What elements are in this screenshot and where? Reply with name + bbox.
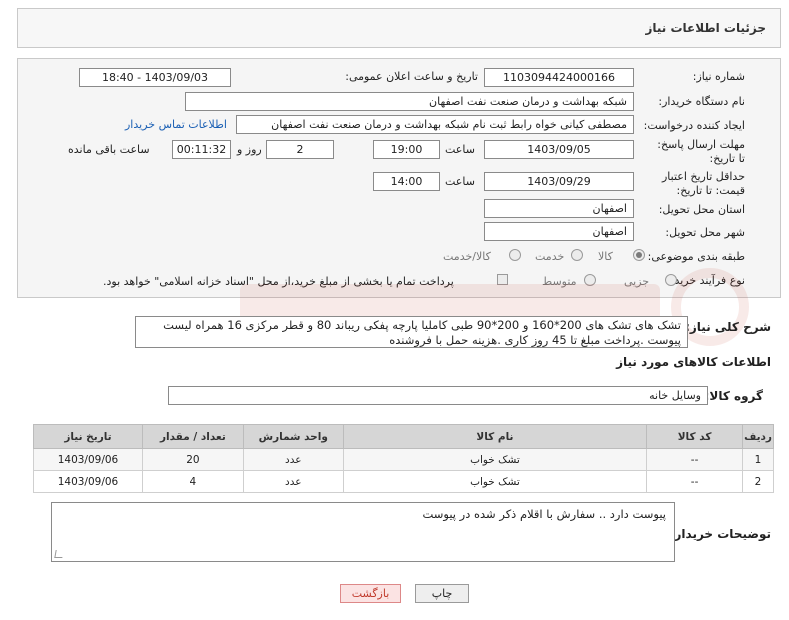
category-both-label: کالا/خدمت — [443, 250, 491, 263]
buyer-notes-field: پیوست دارد .. سفارش با اقلام ذکر شده در … — [51, 502, 675, 562]
col-row-number: ردیف — [742, 424, 774, 449]
buyer-org-label: نام دستگاه خریدار: — [658, 95, 745, 108]
announce-datetime-field: 1403/09/03 - 18:40 — [79, 68, 231, 87]
col-quantity: تعداد / مقدار — [141, 424, 244, 449]
days-remaining-field: 2 — [266, 140, 334, 159]
cell-item-code: -- — [646, 448, 744, 471]
col-unit: واحد شمارش — [242, 424, 344, 449]
page-header: جزئیات اطلاعات نیاز — [17, 8, 781, 48]
city-label: شهر محل تحویل: — [665, 226, 745, 239]
time-remaining-field: 00:11:32 — [172, 140, 231, 159]
treasury-payment-note: پرداخت تمام یا بخشی از مبلغ خرید،از محل … — [103, 275, 454, 288]
treasury-payment-checkbox[interactable] — [497, 274, 508, 285]
buyer-contact-link[interactable]: اطلاعات تماس خریدار — [125, 118, 227, 131]
time-remaining-label: ساعت باقی مانده — [68, 143, 150, 156]
category-both-radio[interactable] — [509, 249, 521, 261]
cell-quantity: 20 — [141, 448, 244, 471]
cell-need-date: 1403/09/06 — [33, 448, 143, 471]
cell-unit: عدد — [242, 448, 344, 471]
validity-label: حداقل تاریخ اعتبار قیمت: تا تاریخ: — [661, 170, 745, 197]
buyer-notes-label: توضیحات خریدار: — [669, 527, 771, 541]
cell-item-name: تشک خواب — [342, 470, 648, 493]
validity-time-field: 14:00 — [373, 172, 440, 191]
deadline-date-field: 1403/09/05 — [484, 140, 634, 159]
deadline-time-field: 19:00 — [373, 140, 440, 159]
table-row: 2 -- تشک خواب عدد 4 1403/09/06 — [33, 470, 774, 493]
process-minor-radio[interactable] — [665, 274, 677, 286]
process-medium-radio[interactable] — [584, 274, 596, 286]
creator-field: مصطفی کیانی خواه رابط ثبت نام شبکه بهداش… — [236, 115, 634, 134]
province-label: استان محل تحویل: — [658, 203, 745, 216]
print-button[interactable]: چاپ — [415, 584, 469, 603]
deadline-time-label: ساعت — [445, 143, 475, 156]
validity-date-field: 1403/09/29 — [484, 172, 634, 191]
category-goods-radio[interactable] — [633, 249, 645, 261]
need-number-field: 1103094424000166 — [484, 68, 634, 87]
category-service-label: خدمت — [535, 250, 565, 263]
process-medium-label: متوسط — [542, 275, 577, 288]
resize-handle-icon[interactable] — [54, 550, 64, 558]
cell-unit: عدد — [242, 470, 344, 493]
city-field: اصفهان — [484, 222, 634, 241]
cell-item-name: تشک خواب — [342, 448, 648, 471]
cell-need-date: 1403/09/06 — [33, 470, 143, 493]
validity-time-label: ساعت — [445, 175, 475, 188]
process-minor-label: جزیی — [624, 275, 650, 288]
description-field: تشک های تشک های 200*160 و 200*90 طبی کام… — [135, 316, 688, 348]
col-item-code: کد کالا — [646, 424, 744, 449]
creator-label: ایجاد کننده درخواست: — [643, 119, 745, 132]
table-row: 1 -- تشک خواب عدد 20 1403/09/06 — [33, 448, 774, 471]
cell-row-number: 2 — [742, 470, 774, 493]
goods-group-label: گروه کالا: — [704, 389, 763, 403]
goods-group-field: وسایل خانه — [168, 386, 708, 405]
announce-label: تاریخ و ساعت اعلان عمومی: — [345, 70, 478, 83]
buyer-org-field: شبکه بهداشت و درمان صنعت نفت اصفهان — [185, 92, 634, 111]
contact-link-wrap: اطلاعات تماس خریدار — [125, 118, 227, 131]
col-need-date: تاریخ نیاز — [33, 424, 143, 449]
back-button[interactable]: بازگشت — [340, 584, 401, 603]
process-label: نوع فرآیند خرید : — [667, 274, 745, 287]
category-service-radio[interactable] — [571, 249, 583, 261]
goods-table-header: ردیف کد کالا نام کالا واحد شمارش تعداد /… — [33, 424, 774, 449]
description-label: شرح کلی نیاز: — [685, 320, 771, 334]
goods-table: ردیف کد کالا نام کالا واحد شمارش تعداد /… — [33, 424, 774, 493]
category-label: طبقه بندی موضوعی: — [647, 250, 745, 263]
category-goods-label: کالا — [598, 250, 613, 263]
need-number-label: شماره نیاز: — [692, 70, 745, 83]
page-title: جزئیات اطلاعات نیاز — [645, 21, 766, 35]
deadline-label: مهلت ارسال پاسخ: تا تاریخ: — [657, 138, 745, 165]
buyer-notes-text: پیوست دارد .. سفارش با اقلام ذکر شده در … — [422, 507, 666, 521]
cell-row-number: 1 — [742, 448, 774, 471]
province-field: اصفهان — [484, 199, 634, 218]
days-label: روز و — [237, 143, 262, 156]
cell-quantity: 4 — [141, 470, 244, 493]
col-item-name: نام کالا — [342, 424, 648, 449]
cell-item-code: -- — [646, 470, 744, 493]
goods-section-title: اطلاعات کالاهای مورد نیاز — [616, 355, 771, 369]
